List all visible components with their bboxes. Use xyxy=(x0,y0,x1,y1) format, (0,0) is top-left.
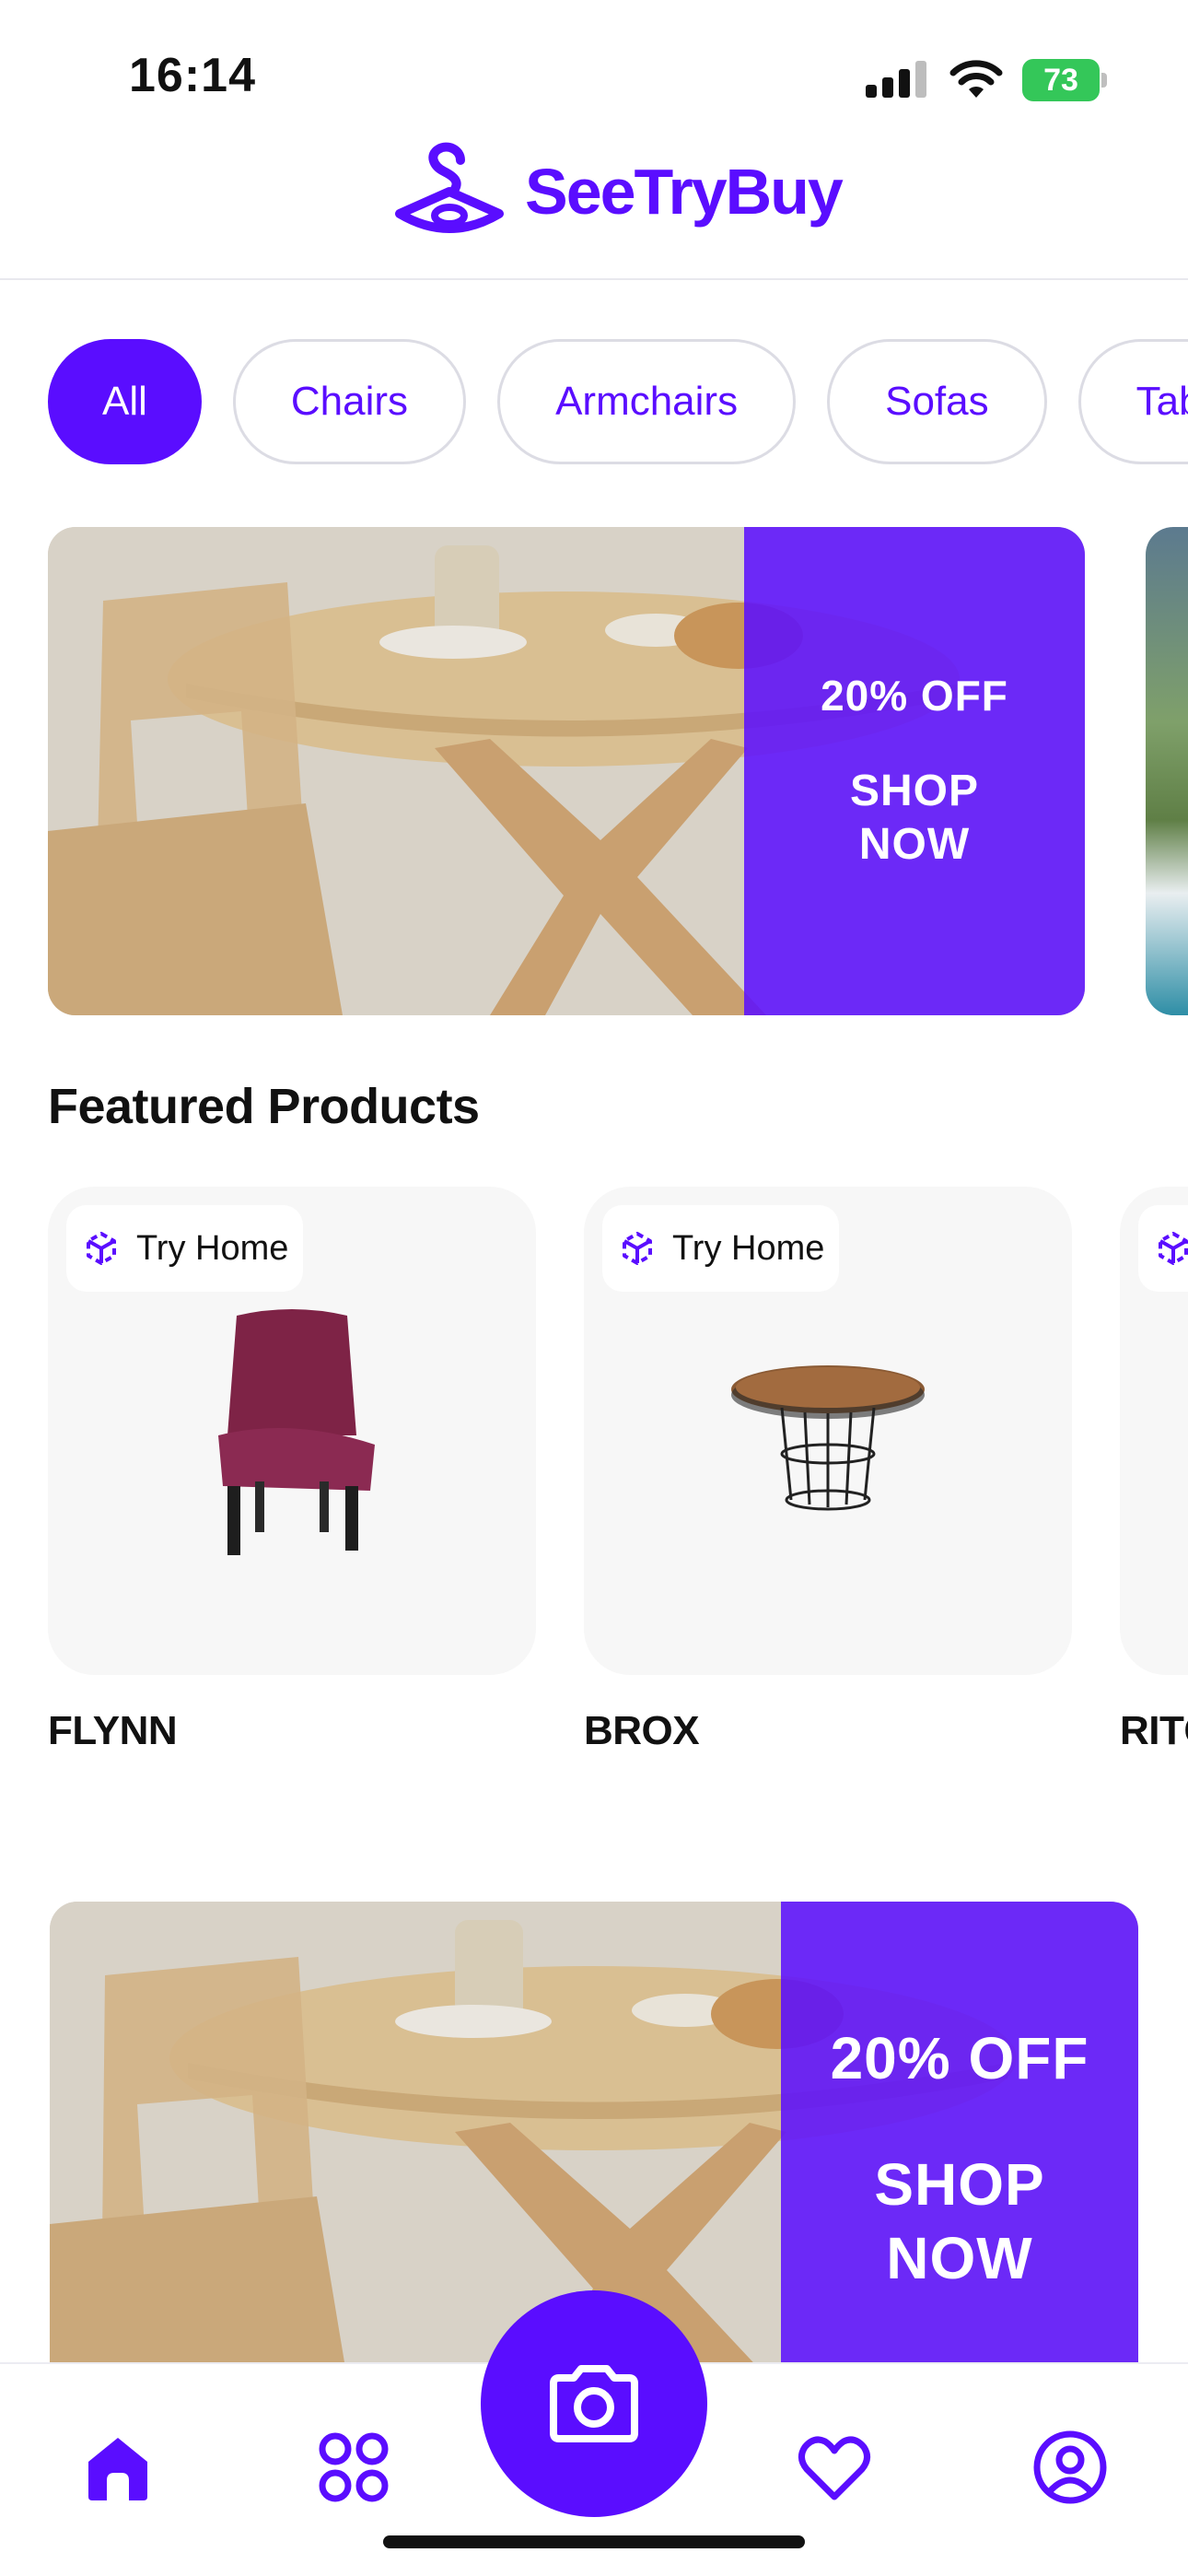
product-image-card[interactable]: Try Home xyxy=(48,1187,536,1675)
tab-profile[interactable] xyxy=(1031,2429,1109,2506)
ar-cube-icon xyxy=(623,1232,652,1265)
promo-discount: 20% OFF xyxy=(821,672,1008,720)
chip-armchairs[interactable]: Armchairs xyxy=(497,339,797,464)
try-home-label: Try Home xyxy=(672,1228,825,1268)
chip-sofas[interactable]: Sofas xyxy=(827,339,1047,464)
featured-products-list: Try Home FLYNN Try Home BROX RIT xyxy=(48,1187,1188,1776)
wifi-icon xyxy=(949,60,1003,98)
promo-cta-line2: NOW xyxy=(886,2225,1033,2291)
promo-banner-next[interactable] xyxy=(1146,527,1188,1015)
promo-cta-line2: NOW xyxy=(858,820,971,869)
home-indicator xyxy=(383,2535,805,2548)
chip-chairs[interactable]: Chairs xyxy=(232,339,467,464)
battery-icon: 73 xyxy=(1022,59,1107,101)
featured-title: Featured Products xyxy=(48,1079,480,1134)
chair-image xyxy=(218,1309,375,1555)
product-image-card[interactable]: Try Home xyxy=(584,1187,1072,1675)
promo-cta-line1: SHOP xyxy=(849,767,980,815)
promo-banner[interactable]: 20% OFF SHOP NOW xyxy=(48,527,1085,1015)
promo-panel[interactable]: 20% OFF SHOP NOW xyxy=(744,527,1085,1015)
promo-cta-line1: SHOP xyxy=(874,2151,1045,2218)
promo-panel[interactable]: 20% OFF SHOP NOW xyxy=(781,1902,1138,2418)
camera-icon xyxy=(550,2365,638,2442)
try-home-button[interactable]: Try Home xyxy=(602,1205,840,1292)
promo-carousel: 20% OFF SHOP NOW xyxy=(48,527,1188,1015)
status-bar: 16:14 73 xyxy=(0,0,1188,138)
product-card-flynn[interactable]: Try Home FLYNN xyxy=(48,1187,536,1754)
status-time: 16:14 xyxy=(129,49,256,102)
tab-home[interactable] xyxy=(79,2429,157,2506)
side-table-image xyxy=(731,1365,925,1511)
product-card-ritc[interactable]: Try Home RITC xyxy=(1120,1187,1188,1754)
logo-text: SeeTryBuy xyxy=(525,156,844,228)
tab-favorites[interactable] xyxy=(796,2429,873,2506)
chip-tables[interactable]: Tab xyxy=(1077,339,1188,464)
home-icon xyxy=(88,2438,147,2500)
hanger-logo-icon xyxy=(395,142,504,233)
cellular-signal-icon xyxy=(866,61,926,98)
profile-icon xyxy=(1033,2430,1107,2504)
battery-level: 73 xyxy=(1022,59,1100,101)
try-home-label: Try Home xyxy=(136,1228,289,1268)
chip-all[interactable]: All xyxy=(48,339,202,464)
app-header: SeeTryBuy xyxy=(0,129,1188,280)
category-chips: AllChairsArmchairsSofas Tab xyxy=(48,339,1188,468)
promo-discount: 20% OFF xyxy=(830,2025,1089,2091)
tab-categories[interactable] xyxy=(315,2429,392,2506)
app-logo[interactable]: SeeTryBuy xyxy=(394,136,844,247)
promo-cta[interactable]: SHOP NOW xyxy=(874,2148,1044,2295)
promo-cta[interactable]: SHOP NOW xyxy=(850,765,979,872)
categories-icon xyxy=(319,2432,389,2502)
heart-icon xyxy=(798,2436,870,2500)
try-home-button[interactable]: Try Home xyxy=(66,1205,304,1292)
product-name[interactable]: FLYNN xyxy=(48,1708,536,1754)
product-name[interactable]: BROX xyxy=(584,1708,1072,1754)
product-card-brox[interactable]: Try Home BROX xyxy=(584,1187,1072,1754)
product-name[interactable]: RITC xyxy=(1120,1708,1188,1754)
camera-button[interactable] xyxy=(481,2290,707,2517)
ar-cube-icon xyxy=(1159,1232,1188,1265)
try-home-button[interactable]: Try Home xyxy=(1138,1205,1188,1292)
ar-cube-icon xyxy=(87,1232,116,1265)
product-image-card[interactable]: Try Home xyxy=(1120,1187,1188,1675)
outdoor-pool-photo xyxy=(1146,527,1188,1015)
